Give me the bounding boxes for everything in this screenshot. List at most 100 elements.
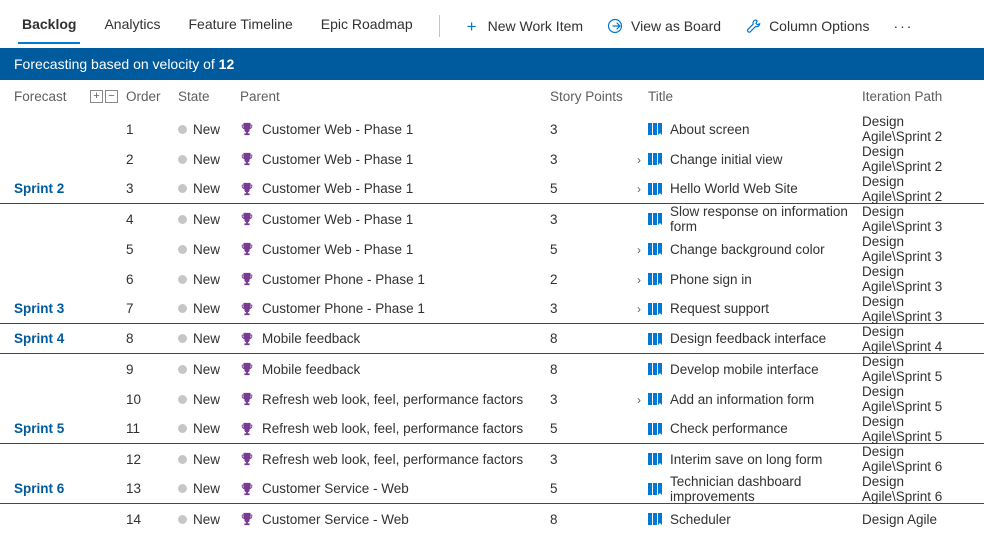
table-row[interactable]: 9 New Mobile feedback 8 Develop mobile i… bbox=[0, 354, 984, 384]
state-label: New bbox=[193, 181, 220, 196]
header-state[interactable]: State bbox=[178, 89, 240, 104]
title-cell[interactable]: Slow response on information form bbox=[648, 204, 862, 234]
parent-cell[interactable]: Customer Phone - Phase 1 bbox=[240, 301, 550, 316]
parent-cell[interactable]: Customer Web - Phase 1 bbox=[240, 122, 550, 137]
view-as-board-button[interactable]: View as Board bbox=[595, 12, 733, 40]
header-forecast[interactable]: Forecast bbox=[0, 89, 90, 104]
state-cell: New bbox=[178, 272, 240, 287]
parent-label: Customer Web - Phase 1 bbox=[262, 212, 413, 227]
state-dot-icon bbox=[178, 395, 187, 404]
parent-cell[interactable]: Refresh web look, feel, performance fact… bbox=[240, 392, 550, 407]
parent-label: Refresh web look, feel, performance fact… bbox=[262, 452, 523, 467]
user-story-icon bbox=[648, 302, 662, 316]
title-cell[interactable]: Check performance bbox=[648, 421, 862, 436]
feature-icon bbox=[240, 152, 254, 166]
table-row[interactable]: 4 New Customer Web - Phase 1 3 Slow resp… bbox=[0, 204, 984, 234]
expand-caret[interactable]: › bbox=[630, 242, 648, 257]
table-row[interactable]: 2 New Customer Web - Phase 1 3 › Change … bbox=[0, 144, 984, 174]
table-row[interactable]: 5 New Customer Web - Phase 1 5 › Change … bbox=[0, 234, 984, 264]
story-points-cell: 3 bbox=[550, 152, 630, 167]
table-row[interactable]: 10 New Refresh web look, feel, performan… bbox=[0, 384, 984, 414]
parent-cell[interactable]: Mobile feedback bbox=[240, 362, 550, 377]
title-cell[interactable]: Interim save on long form bbox=[648, 452, 862, 467]
title-label: Technician dashboard improvements bbox=[670, 474, 862, 504]
new-work-item-button[interactable]: + New Work Item bbox=[452, 12, 595, 41]
tab-backlog[interactable]: Backlog bbox=[8, 8, 90, 44]
parent-cell[interactable]: Customer Service - Web bbox=[240, 512, 550, 527]
title-cell[interactable]: Hello World Web Site bbox=[648, 181, 862, 196]
feature-icon bbox=[240, 182, 254, 196]
more-commands-button[interactable]: ··· bbox=[881, 12, 925, 40]
title-label: Change background color bbox=[670, 242, 825, 257]
order-cell: 1 bbox=[126, 122, 178, 137]
title-cell[interactable]: Add an information form bbox=[648, 392, 862, 407]
title-cell[interactable]: Develop mobile interface bbox=[648, 362, 862, 377]
forecast-cell: Sprint 4 bbox=[0, 331, 90, 346]
state-label: New bbox=[193, 212, 220, 227]
collapse-all-button[interactable]: − bbox=[105, 90, 118, 103]
iteration-path-cell: Design Agile\Sprint 5 bbox=[862, 414, 984, 444]
parent-label: Customer Web - Phase 1 bbox=[262, 122, 413, 137]
header-parent[interactable]: Parent bbox=[240, 89, 550, 104]
expand-caret[interactable]: › bbox=[630, 301, 648, 316]
title-cell[interactable]: Design feedback interface bbox=[648, 331, 862, 346]
title-cell[interactable]: Phone sign in bbox=[648, 272, 862, 287]
feature-icon bbox=[240, 332, 254, 346]
expand-caret[interactable]: › bbox=[630, 181, 648, 196]
story-points-cell: 3 bbox=[550, 122, 630, 137]
title-cell[interactable]: Change initial view bbox=[648, 152, 862, 167]
parent-cell[interactable]: Refresh web look, feel, performance fact… bbox=[240, 421, 550, 436]
order-cell: 14 bbox=[126, 512, 178, 527]
state-cell: New bbox=[178, 421, 240, 436]
table-row[interactable]: Sprint 2 3 New Customer Web - Phase 1 5 … bbox=[0, 174, 984, 204]
table-row[interactable]: 6 New Customer Phone - Phase 1 2 › Phone… bbox=[0, 264, 984, 294]
table-row[interactable]: Sprint 6 13 New Customer Service - Web 5… bbox=[0, 474, 984, 504]
state-cell: New bbox=[178, 212, 240, 227]
title-label: Design feedback interface bbox=[670, 331, 826, 346]
tab-feature-timeline[interactable]: Feature Timeline bbox=[175, 8, 307, 44]
parent-cell[interactable]: Refresh web look, feel, performance fact… bbox=[240, 452, 550, 467]
wrench-icon bbox=[745, 18, 761, 34]
table-row[interactable]: Sprint 4 8 New Mobile feedback 8 Design … bbox=[0, 324, 984, 354]
parent-cell[interactable]: Customer Web - Phase 1 bbox=[240, 152, 550, 167]
title-cell[interactable]: Scheduler bbox=[648, 512, 862, 527]
user-story-icon bbox=[648, 122, 662, 136]
title-cell[interactable]: Technician dashboard improvements bbox=[648, 474, 862, 504]
header-order[interactable]: Order bbox=[126, 89, 178, 104]
expand-caret[interactable]: › bbox=[630, 272, 648, 287]
column-options-button[interactable]: Column Options bbox=[733, 12, 881, 40]
header-title[interactable]: Title bbox=[648, 89, 862, 104]
iteration-path-cell: Design Agile\Sprint 3 bbox=[862, 234, 984, 264]
expand-all-button[interactable]: + bbox=[90, 90, 103, 103]
feature-icon bbox=[240, 362, 254, 376]
table-row[interactable]: Sprint 5 11 New Refresh web look, feel, … bbox=[0, 414, 984, 444]
parent-cell[interactable]: Mobile feedback bbox=[240, 331, 550, 346]
expand-caret[interactable]: › bbox=[630, 152, 648, 167]
table-row[interactable]: 1 New Customer Web - Phase 1 3 About scr… bbox=[0, 114, 984, 144]
title-label: Hello World Web Site bbox=[670, 181, 798, 196]
title-cell[interactable]: Change background color bbox=[648, 242, 862, 257]
expand-caret[interactable]: › bbox=[630, 392, 648, 407]
parent-label: Customer Service - Web bbox=[262, 481, 409, 496]
parent-cell[interactable]: Customer Service - Web bbox=[240, 481, 550, 496]
tab-analytics[interactable]: Analytics bbox=[90, 8, 174, 44]
table-row[interactable]: 12 New Refresh web look, feel, performan… bbox=[0, 444, 984, 474]
parent-cell[interactable]: Customer Web - Phase 1 bbox=[240, 242, 550, 257]
table-row[interactable]: Sprint 3 7 New Customer Phone - Phase 1 … bbox=[0, 294, 984, 324]
parent-cell[interactable]: Customer Web - Phase 1 bbox=[240, 212, 550, 227]
state-dot-icon bbox=[178, 275, 187, 284]
header-iteration-path[interactable]: Iteration Path bbox=[862, 89, 984, 104]
order-cell: 9 bbox=[126, 362, 178, 377]
parent-cell[interactable]: Customer Phone - Phase 1 bbox=[240, 272, 550, 287]
new-work-item-label: New Work Item bbox=[488, 18, 583, 34]
table-row[interactable]: 14 New Customer Service - Web 8 Schedule… bbox=[0, 504, 984, 534]
title-cell[interactable]: Request support bbox=[648, 301, 862, 316]
title-label: Develop mobile interface bbox=[670, 362, 819, 377]
state-dot-icon bbox=[178, 184, 187, 193]
parent-cell[interactable]: Customer Web - Phase 1 bbox=[240, 181, 550, 196]
tab-epic-roadmap[interactable]: Epic Roadmap bbox=[307, 8, 427, 44]
user-story-icon bbox=[648, 452, 662, 466]
title-cell[interactable]: About screen bbox=[648, 122, 862, 137]
title-label: Check performance bbox=[670, 421, 788, 436]
header-story-points[interactable]: Story Points bbox=[550, 89, 630, 104]
